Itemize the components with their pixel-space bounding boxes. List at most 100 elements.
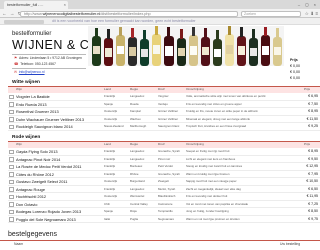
- wine-price: € 10,50: [306, 179, 318, 183]
- table-row: Viognier La Bastide Frankrijk Languedoc …: [8, 93, 320, 101]
- wine-country: Italië: [104, 216, 111, 221]
- wine-region: Burgenland: [130, 179, 145, 183]
- wine-region: Languedoc: [130, 94, 145, 98]
- wine-name: Rosenthal Gruener 2013: [16, 109, 59, 114]
- url-bar[interactable]: http://www.wijnenencodigitalbestelformul…: [20, 10, 238, 17]
- location-icon: ⚑: [14, 56, 18, 60]
- wine-description: Zacht en toegankelijk, ideaal voor elke …: [186, 186, 241, 191]
- table-row: Rockleigh Sauvignon blanc 2014 Nieuw-Zee…: [8, 123, 320, 131]
- quantity-input[interactable]: [9, 217, 14, 222]
- wine-region: Puglia: [130, 216, 139, 221]
- quantity-input[interactable]: [9, 164, 14, 169]
- wine-grape: Negroamaro: [158, 216, 175, 221]
- header-country: Land: [104, 142, 111, 146]
- header-description: Omschrijving: [186, 87, 204, 91]
- browser-menu-icons[interactable]: ☆ ⬇ ≡: [305, 9, 318, 18]
- wine-grape: Merlot, Syrah: [158, 186, 176, 191]
- wine-region: Languedoc: [130, 156, 145, 161]
- wine-description: Volle, aromatische witte wijn met tonen …: [186, 94, 266, 98]
- notice-text: dit is een voorbeeld van hoe een formuli…: [52, 19, 196, 23]
- close-tab-icon[interactable]: ×: [64, 1, 66, 9]
- email-link[interactable]: info@wijnenco.nl: [19, 70, 45, 74]
- quantity-input[interactable]: [9, 172, 14, 177]
- wine-name: Hochfrischtl 2012: [16, 194, 47, 199]
- wine-description: Licht en elegant met kers en framboos: [186, 156, 236, 161]
- wine-description: Mineraal en elegant, droog met een lange…: [186, 116, 250, 121]
- url-host: wijnenencodigitalbestelformulier.nl: [42, 11, 101, 16]
- wine-name: Rockleigh Sauvignon blanc 2014: [16, 124, 73, 129]
- wine-name: La Rosée de Medoc Petit Verdot 2011: [16, 164, 82, 169]
- quantity-input[interactable]: [9, 124, 14, 129]
- table-row: Poggio del Sole Negroamaro 2013 Italië P…: [8, 216, 320, 223]
- notice-button[interactable]: [4, 19, 44, 24]
- window-controls[interactable]: – ◻ ×: [298, 0, 318, 9]
- phone-icon: ☎: [14, 62, 19, 66]
- wine-region: Weinviertel: [130, 194, 145, 198]
- header-grape: Druif: [158, 142, 165, 146]
- wine-name: Gayda Flying Solo 2013: [16, 149, 58, 154]
- wine-price: € 8,95: [308, 149, 318, 153]
- wine-price: € 11,95: [306, 194, 318, 198]
- quantity-input[interactable]: [9, 187, 14, 192]
- table-row: Gustavo Zweigelt Select 2011 Oostenrijk …: [8, 178, 320, 186]
- quantity-input[interactable]: [9, 194, 14, 199]
- wine-region: Bordeaux: [130, 164, 143, 168]
- quantity-input[interactable]: [9, 94, 14, 99]
- browser-search-input[interactable]: Zoeken: [241, 10, 301, 17]
- quantity-input[interactable]: [9, 102, 14, 107]
- order-details-divider: [0, 240, 320, 241]
- quantity-input[interactable]: [9, 202, 14, 207]
- quantity-input[interactable]: [9, 149, 14, 154]
- wine-country: Nieuw-Zeeland: [104, 124, 124, 128]
- wine-name: Duhn Wachauer Gruener Veltliner 2013: [16, 116, 84, 122]
- email-icon: ✉: [14, 70, 17, 74]
- quantity-input[interactable]: [9, 117, 14, 122]
- table-row: Duhn Wachauer Gruener Veltliner 2013 Oos…: [8, 116, 320, 123]
- quantity-input[interactable]: [9, 157, 14, 162]
- wine-grape: Verdejo: [158, 101, 168, 106]
- wine-price: € 11,50: [306, 116, 318, 121]
- wine-description: Warm en kruidig met rijpe bramen: [186, 171, 230, 176]
- wine-name: Don Octavio: [16, 201, 38, 207]
- wine-price: € 9,25: [308, 124, 318, 128]
- wine-country: Frankrijk: [104, 171, 116, 176]
- quantity-input[interactable]: [9, 109, 14, 114]
- wine-description: Kruidig en fris, mooie zuren en witte pe…: [186, 109, 258, 113]
- url-prefix: http://www.: [24, 11, 43, 16]
- header-price: Prijs: [304, 142, 311, 146]
- wine-grape: Blaufränkisch: [158, 194, 176, 198]
- wine-price: € 8,50: [308, 209, 318, 213]
- quantity-input[interactable]: [9, 179, 14, 184]
- wine-bottles-image: [88, 26, 284, 66]
- order-details-title: bestelgegevens: [8, 231, 58, 238]
- table-row: Hochfrischtl 2012 Oostenrijk Weinviertel…: [8, 193, 320, 201]
- browser-tab[interactable]: bestelformulier_full - ... ×: [4, 1, 68, 9]
- tab-title: bestelformulier_full - ...: [7, 3, 44, 7]
- wine-country: Oostenrijk: [104, 116, 118, 121]
- wine-price: € 9,75: [308, 216, 318, 221]
- price-column-header: Prijs: [290, 58, 298, 62]
- table-row: La Rosée de Medoc Petit Verdot 2011 Fran…: [8, 163, 320, 171]
- wine-name: Côtes du Rhône 2012: [16, 171, 54, 177]
- wine-country: Frankrijk: [104, 156, 116, 161]
- table-row: Rosenthal Gruener 2013 Oostenrijk Kampta…: [8, 108, 320, 116]
- page-subtitle: bestelformulier: [12, 31, 52, 37]
- wine-region: Languedoc: [130, 149, 145, 153]
- wine-name: Antagnac Rouge: [16, 186, 45, 192]
- header-description: Omschrijving: [186, 142, 204, 146]
- quantity-input[interactable]: [9, 209, 14, 214]
- wine-country: Spanje: [104, 101, 114, 106]
- table-header-red: Wijn Land Regio Druif Omschrijving Prijs: [8, 142, 320, 148]
- wine-region: Wachau: [130, 116, 141, 121]
- wine-grape: Carménère: [158, 201, 173, 206]
- wine-price: € 8,95: [308, 109, 318, 113]
- wine-region: Kamptal: [130, 109, 141, 113]
- wine-country: Frankrijk: [104, 164, 116, 168]
- wine-name: Poggio del Sole Negroamaro 2013: [16, 216, 76, 222]
- wine-description: Sappig rood fruit met een vleugje peper: [186, 179, 237, 183]
- wine-price: € 7,95: [308, 171, 318, 176]
- wine-country: Frankrijk: [104, 94, 116, 98]
- table-row: Côtes du Rhône 2012 Frankrijk Rhône Gren…: [8, 171, 320, 178]
- wine-grape: Pinot noir: [158, 156, 171, 161]
- header-price: Prijs: [304, 87, 311, 91]
